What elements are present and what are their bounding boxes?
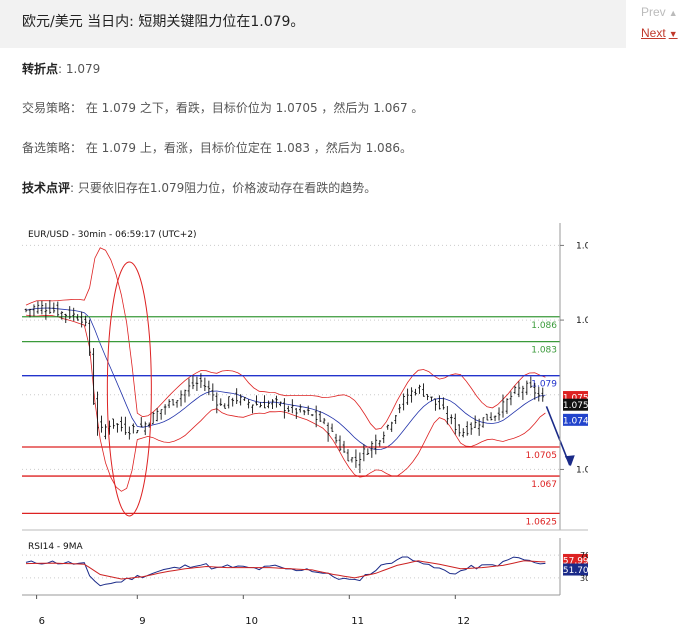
rsi-panel-label: RSI14 - 9MA	[28, 542, 84, 552]
alt-strategy-label: 备选策略	[22, 141, 71, 155]
strategy-text: ： 在 1.079 之下，看跌，目标价位为 1.0705 ，然后为 1.067 …	[70, 101, 424, 115]
chevron-up-icon: ▲	[668, 8, 678, 18]
eurusd-chart: 1.0861.0831.0791.07051.0671.0625 57.9934…	[22, 223, 608, 629]
x-tick-label-4: 12	[457, 616, 470, 627]
rsi-tick-label-1: 30	[580, 574, 588, 583]
y-tick-label-2: 1.0678	[576, 465, 588, 475]
chart-canvas: 1.0861.0831.0791.07051.0671.0625 57.9934…	[22, 223, 608, 629]
chevron-down-icon: ▼	[668, 29, 678, 39]
strategy-label: 交易策略	[22, 101, 71, 115]
x-tick-label-3: 11	[351, 616, 364, 627]
price-tag-label-2: 1.07457	[563, 416, 588, 426]
strategy-paragraph: 交易策略： 在 1.079 之下，看跌，目标价位为 1.0705 ，然后为 1.…	[22, 99, 423, 116]
rsi-tick-label-0: 70	[580, 551, 588, 560]
x-tick-label-1: 9	[139, 616, 145, 627]
level-label-4: 1.067	[531, 480, 557, 490]
prev-link[interactable]: Prev ▲	[641, 5, 678, 19]
x-tick-label-0: 6	[39, 616, 45, 627]
pivot-label: 转折点	[22, 62, 59, 76]
article-title-bar: 欧元/美元 当日内: 短期关键阻力位在1.079。	[0, 0, 626, 48]
next-link[interactable]: Next ▼	[641, 26, 678, 40]
alt-strategy-text: ： 在 1.079 上，看涨，目标价位定在 1.083 ，然后为 1.086。	[70, 141, 412, 155]
pivot-paragraph: 转折点: 1.079	[22, 60, 100, 77]
level-label-0: 1.086	[531, 321, 557, 331]
x-tick-label-2: 10	[245, 616, 258, 627]
y-tick-label-1: 1.0858	[576, 316, 588, 326]
alt-strategy-paragraph: 备选策略： 在 1.079 上，看涨，目标价位定在 1.083 ，然后为 1.0…	[22, 139, 412, 156]
level-label-1: 1.083	[531, 346, 557, 356]
level-label-5: 1.0625	[526, 517, 558, 527]
y-tick-label-0: 1.0948	[576, 241, 588, 251]
article-title: 欧元/美元 当日内: 短期关键阻力位在1.079。	[22, 14, 305, 30]
comment-paragraph: 技术点评: 只要依旧存在1.079阻力位，价格波动存在看跌的趋势。	[22, 179, 376, 196]
price-tag-label-1: 1.07561	[563, 401, 588, 411]
comment-text: : 只要依旧存在1.079阻力位，价格波动存在看跌的趋势。	[70, 181, 377, 195]
chart-title: EUR/USD - 30min - 06:59:17 (UTC+2)	[28, 230, 197, 240]
level-label-3: 1.0705	[526, 451, 558, 461]
pivot-value: : 1.079	[58, 62, 101, 76]
comment-label: 技术点评	[22, 181, 71, 195]
